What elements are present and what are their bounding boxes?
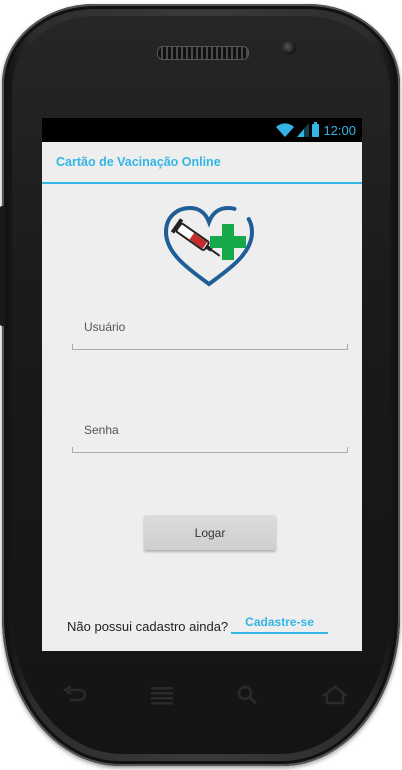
- battery-icon: [312, 121, 320, 137]
- password-input[interactable]: [72, 447, 348, 453]
- navigation-bar: [60, 680, 350, 710]
- back-icon[interactable]: [60, 683, 90, 707]
- action-bar: Cartão de Vacinação Online: [42, 142, 362, 184]
- wifi-icon: [276, 123, 295, 137]
- volume-button: [0, 206, 5, 326]
- password-field[interactable]: Senha: [72, 423, 348, 453]
- app-title: Cartão de Vacinação Online: [56, 155, 221, 169]
- signal-icon: [297, 123, 310, 137]
- status-bar: 12:00: [42, 118, 362, 142]
- menu-icon[interactable]: [147, 683, 177, 707]
- front-camera: [282, 41, 296, 55]
- status-time: 12:00: [323, 122, 356, 138]
- username-field[interactable]: Usuário: [72, 320, 348, 350]
- search-icon[interactable]: [233, 683, 263, 707]
- signup-question: Não possui cadastro ainda?: [67, 619, 229, 634]
- signup-link[interactable]: Cadastre-se: [231, 615, 328, 634]
- username-input[interactable]: [72, 344, 348, 350]
- login-button[interactable]: Logar: [144, 515, 276, 550]
- signup-row: Não possui cadastro ainda? Cadastre-se: [67, 615, 328, 634]
- vaccination-logo: [163, 205, 255, 287]
- username-label: Usuário: [84, 320, 126, 334]
- home-icon[interactable]: [320, 683, 350, 707]
- password-label: Senha: [84, 423, 119, 437]
- earpiece-speaker: [157, 46, 249, 60]
- phone-screen: 12:00 Cartão de Vacinação Online Usuário…: [42, 118, 362, 651]
